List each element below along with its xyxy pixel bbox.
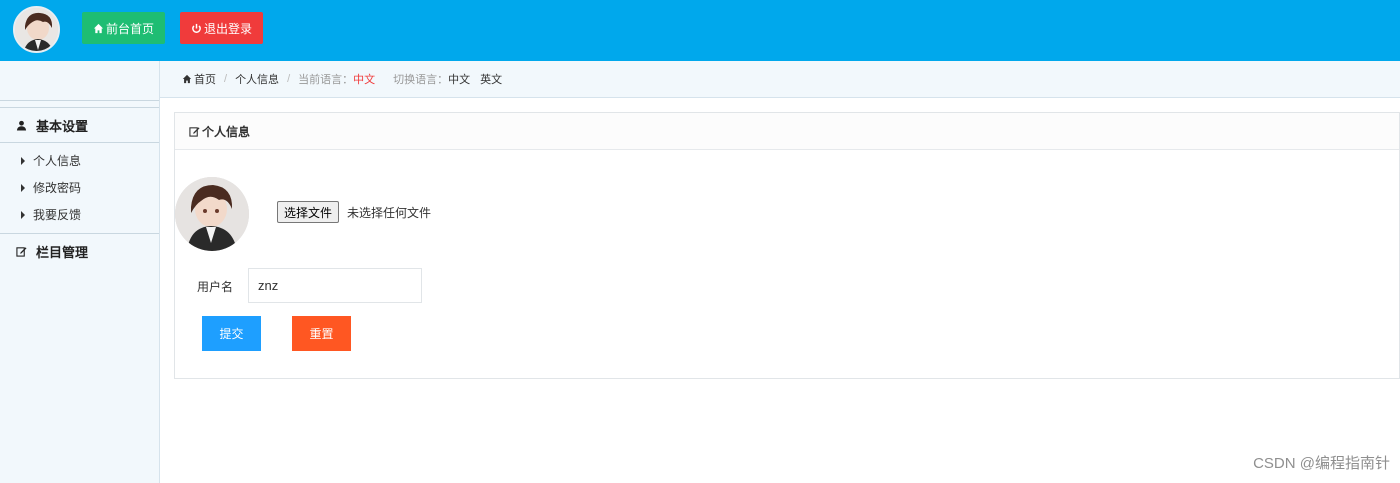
home-icon bbox=[182, 74, 192, 84]
logout-button[interactable]: 退出登录 bbox=[180, 12, 263, 44]
logout-button-label: 退出登录 bbox=[203, 21, 252, 36]
caret-right-icon bbox=[21, 210, 25, 219]
breadcrumb-home[interactable]: 首页 bbox=[194, 71, 216, 87]
language-option-chinese[interactable]: 中文 bbox=[448, 71, 470, 87]
breadcrumb-separator: / bbox=[224, 73, 228, 85]
username-label: 用户名 bbox=[197, 280, 234, 294]
profile-avatar bbox=[175, 177, 249, 251]
profile-panel: 个人信息 选择文件 未选择任何文件 用户名 提交 重置 bbox=[174, 112, 1400, 379]
sidebar-group-label: 基本设置 bbox=[36, 118, 89, 134]
sidebar-item-label: 修改密码 bbox=[33, 181, 82, 195]
sidebar-item-profile[interactable]: 个人信息 bbox=[0, 147, 159, 174]
sidebar-item-label: 我要反馈 bbox=[33, 208, 82, 222]
panel-header: 个人信息 bbox=[175, 113, 1399, 150]
submit-button[interactable]: 提交 bbox=[202, 316, 261, 351]
user-icon bbox=[16, 120, 27, 131]
sidebar-item-change-password[interactable]: 修改密码 bbox=[0, 174, 159, 201]
breadcrumb-separator: / bbox=[287, 73, 291, 85]
sidebar-group-label: 栏目管理 bbox=[36, 245, 89, 260]
switch-language-label: 切换语言： bbox=[393, 74, 449, 86]
edit-icon bbox=[189, 126, 200, 137]
home-button-label: 前台首页 bbox=[105, 21, 154, 36]
top-avatar[interactable] bbox=[13, 6, 60, 53]
sidebar-item-feedback[interactable]: 我要反馈 bbox=[0, 201, 159, 228]
current-language-label: 当前语言： bbox=[298, 74, 354, 86]
caret-right-icon bbox=[21, 156, 25, 165]
username-input[interactable] bbox=[248, 268, 422, 303]
panel-title: 个人信息 bbox=[202, 124, 251, 139]
home-button[interactable]: 前台首页 bbox=[82, 12, 165, 44]
sidebar: 基本设置 个人信息 修改密码 我要反馈 栏目管理 bbox=[0, 61, 160, 483]
sidebar-group-column-management[interactable]: 栏目管理 bbox=[0, 233, 159, 269]
sidebar-group-basic-settings[interactable]: 基本设置 bbox=[0, 107, 159, 143]
reset-button[interactable]: 重置 bbox=[292, 316, 351, 351]
breadcrumb-current: 个人信息 bbox=[235, 74, 280, 86]
edit-icon bbox=[16, 247, 27, 257]
choose-file-button[interactable]: 选择文件 bbox=[277, 201, 340, 223]
caret-right-icon bbox=[21, 183, 25, 192]
power-icon bbox=[192, 23, 201, 33]
home-icon bbox=[93, 23, 104, 33]
top-navbar: 前台首页 退出登录 bbox=[0, 0, 1400, 61]
file-status: 未选择任何文件 bbox=[347, 206, 432, 220]
language-option-english[interactable]: 英文 bbox=[480, 71, 502, 87]
current-language-value: 中文 bbox=[353, 74, 376, 86]
sidebar-header bbox=[0, 61, 159, 101]
watermark: CSDN @编程指南针 bbox=[1253, 455, 1390, 472]
breadcrumb: 首页 / 个人信息 / 当前语言： 中文 切换语言： 中文 英文 bbox=[160, 61, 1400, 98]
sidebar-item-label: 个人信息 bbox=[33, 154, 82, 168]
